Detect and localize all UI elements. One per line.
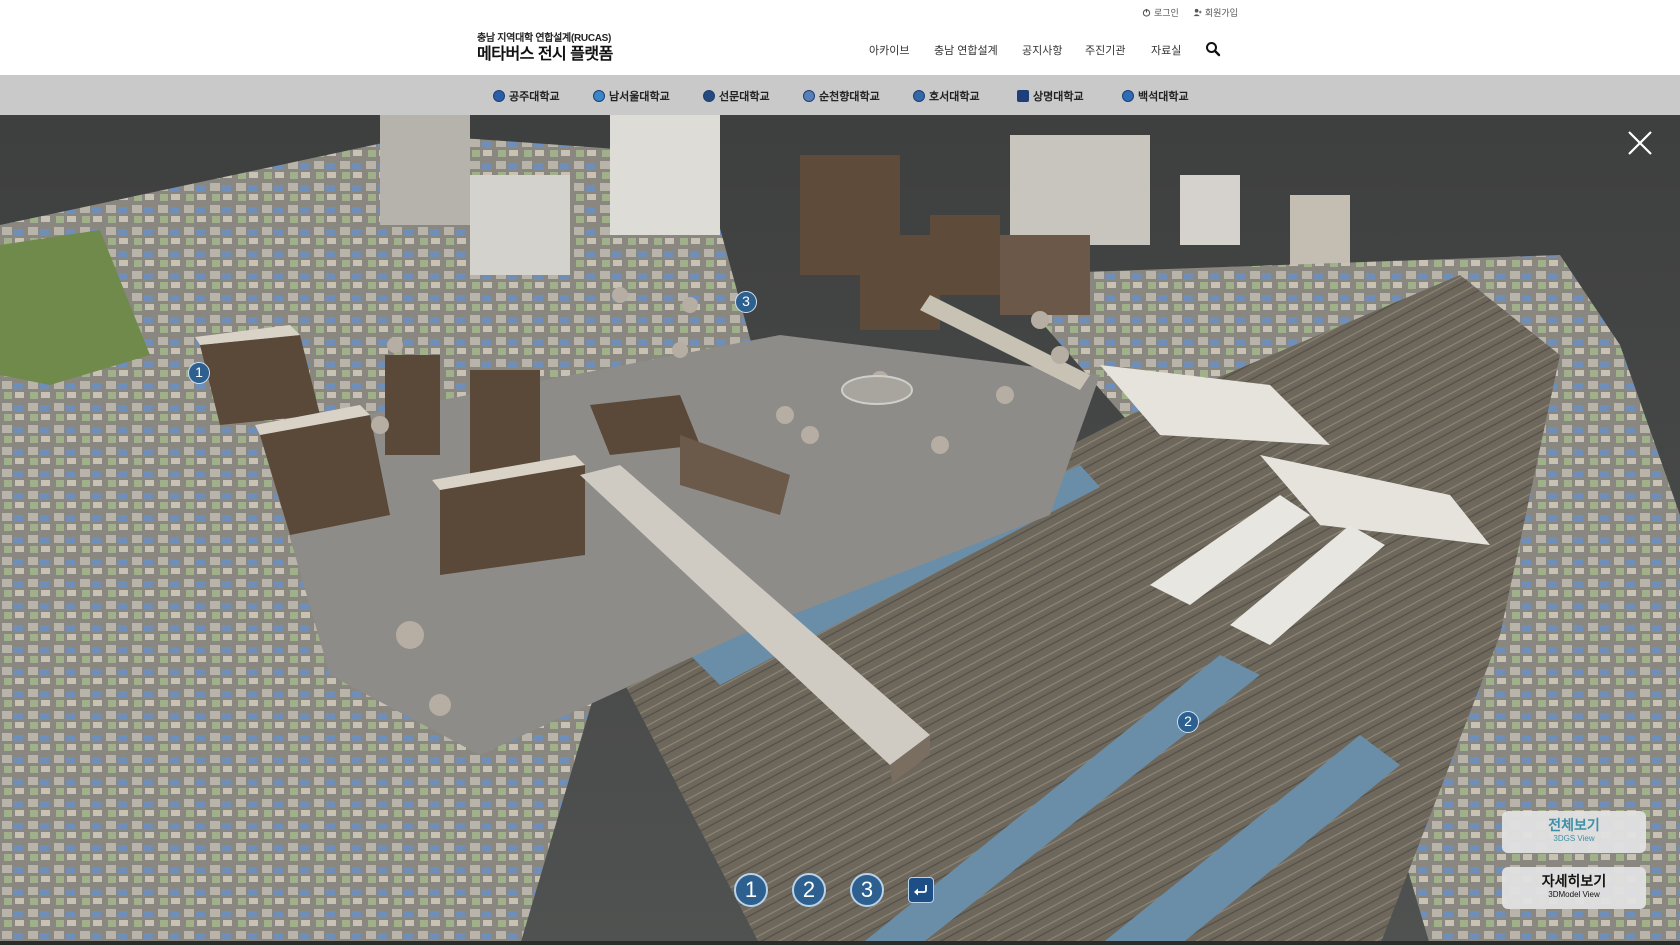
view-all-title: 전체보기 xyxy=(1548,817,1600,833)
uni-hoseo[interactable]: 호서대학교 xyxy=(913,88,980,104)
nav-joint-design[interactable]: 충남 연합설계 xyxy=(934,42,998,58)
uni-soonchunhyang[interactable]: 순천향대학교 xyxy=(803,88,880,104)
signup-label: 회원가입 xyxy=(1204,8,1238,18)
hoseo-emblem-icon xyxy=(913,90,925,102)
search-icon[interactable] xyxy=(1205,41,1221,57)
return-arrow-icon xyxy=(914,885,927,896)
sunmoon-emblem-icon xyxy=(703,90,715,102)
kongju-emblem-icon xyxy=(493,90,505,102)
location-marker-3[interactable]: 3 xyxy=(735,291,757,313)
close-icon[interactable] xyxy=(1624,127,1656,159)
aerial-3d-scene xyxy=(0,115,1680,945)
logo-line2: 메타버스 전시 플랫폼 xyxy=(477,46,613,63)
nav-point-3-button[interactable]: 3 xyxy=(850,873,884,907)
uni-sangmyung[interactable]: 상명대학교 xyxy=(1017,88,1084,104)
nav-point-1-button[interactable]: 1 xyxy=(734,873,768,907)
uni-label: 상명대학교 xyxy=(1033,91,1084,103)
uni-label: 공주대학교 xyxy=(509,91,560,103)
view-detail-3dmodel-button[interactable]: 자세히보기 3DModel View xyxy=(1502,867,1646,909)
logo-line1: 충남 지역대학 연합설계(RUCAS) xyxy=(477,33,612,44)
login-link[interactable]: 로그인 xyxy=(1142,6,1179,19)
view-detail-subtitle: 3DModel View xyxy=(1548,890,1600,899)
nav-resources[interactable]: 자료실 xyxy=(1151,42,1181,58)
uni-label: 선문대학교 xyxy=(719,91,770,103)
bottom-strip xyxy=(0,941,1680,945)
uni-namseoul[interactable]: 남서울대학교 xyxy=(593,88,670,104)
sangmyung-emblem-icon xyxy=(1017,90,1029,102)
uni-baekseok[interactable]: 백석대학교 xyxy=(1122,88,1189,104)
location-marker-1[interactable]: 1 xyxy=(188,362,210,384)
3d-viewport[interactable]: 1 3 2 1 2 3 전체보기 3DGS View 자세히보기 3DModel… xyxy=(0,115,1680,945)
uni-label: 호서대학교 xyxy=(929,91,980,103)
site-logo[interactable]: 충남 지역대학 연합설계(RUCAS) 메타버스 전시 플랫폼 xyxy=(477,34,613,63)
university-bar: 공주대학교 남서울대학교 선문대학교 순천향대학교 호서대학교 상명대학교 백석… xyxy=(0,75,1680,115)
location-marker-2[interactable]: 2 xyxy=(1177,711,1199,733)
uni-label: 남서울대학교 xyxy=(609,91,670,103)
uni-label: 순천향대학교 xyxy=(819,91,880,103)
baekseok-emblem-icon xyxy=(1122,90,1134,102)
uni-label: 백석대학교 xyxy=(1138,91,1189,103)
view-all-3dgs-button[interactable]: 전체보기 3DGS View xyxy=(1502,811,1646,853)
top-links: 로그인 회원가입 xyxy=(1142,6,1238,19)
signup-link[interactable]: 회원가입 xyxy=(1193,6,1238,19)
user-add-icon xyxy=(1193,8,1202,17)
header: 로그인 회원가입 충남 지역대학 연합설계(RUCAS) 메타버스 전시 플랫폼… xyxy=(0,0,1680,75)
nav-point-2-button[interactable]: 2 xyxy=(792,873,826,907)
nav-notice[interactable]: 공지사항 xyxy=(1022,42,1062,58)
nav-organizer[interactable]: 주진기관 xyxy=(1085,42,1125,58)
view-all-subtitle: 3DGS View xyxy=(1553,834,1595,843)
nav-archive[interactable]: 아카이브 xyxy=(869,42,909,58)
view-detail-title: 자세히보기 xyxy=(1541,873,1607,889)
namseoul-emblem-icon xyxy=(593,90,605,102)
soonchunhyang-emblem-icon xyxy=(803,90,815,102)
uni-kongju[interactable]: 공주대학교 xyxy=(493,88,560,104)
return-button[interactable] xyxy=(908,877,934,903)
login-label: 로그인 xyxy=(1154,8,1179,18)
uni-sunmoon[interactable]: 선문대학교 xyxy=(703,88,770,104)
bottom-navigation: 1 2 3 xyxy=(734,873,934,907)
power-icon xyxy=(1142,8,1151,17)
